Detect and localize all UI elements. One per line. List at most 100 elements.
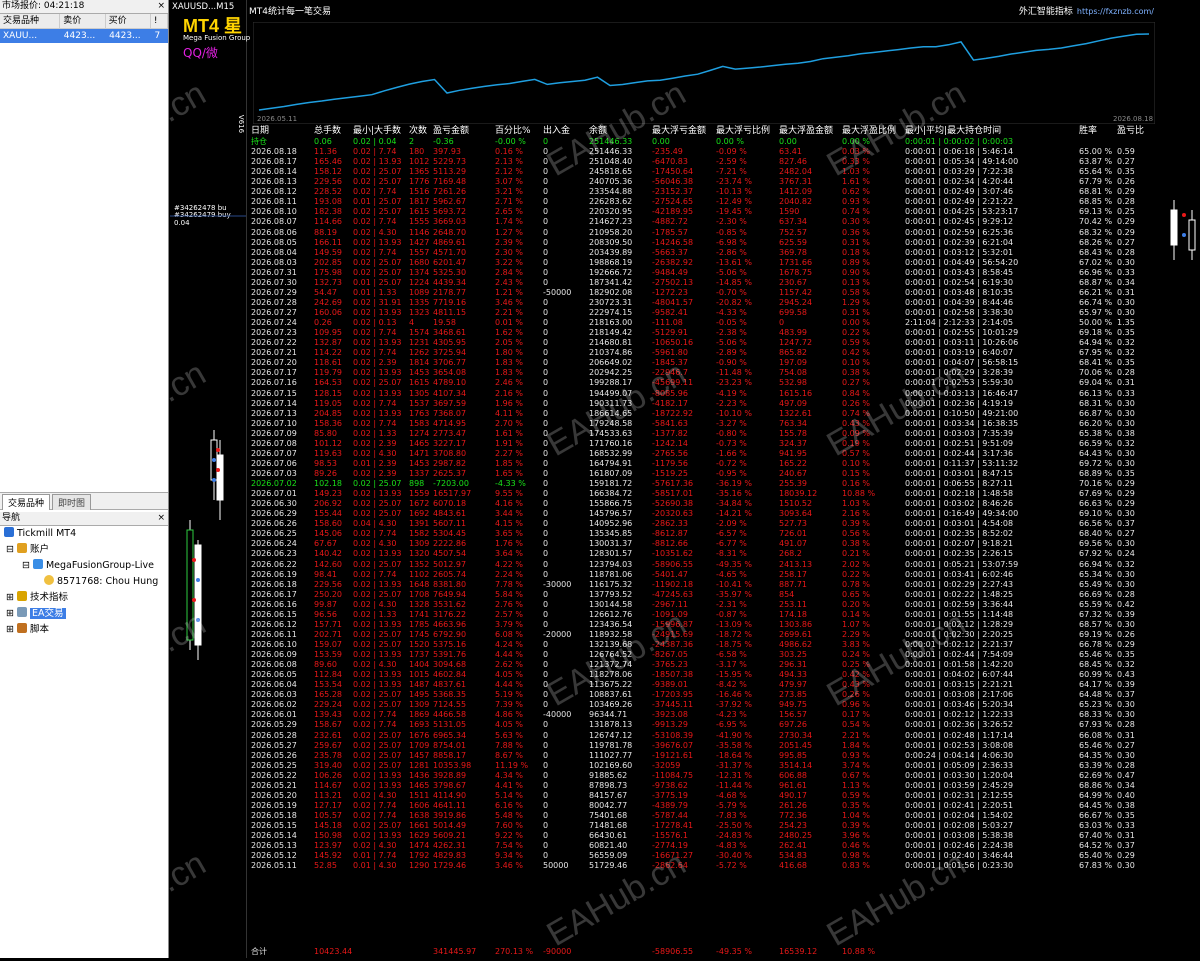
table-row[interactable]: 2026.06.09 153.59 0.02 | 13.93 1737 5391.76 4… — [247, 650, 1162, 660]
table-row[interactable]: 2026.07.03 89.26 0.02 | 2.39 1337 2625.37 1.6… — [247, 469, 1162, 479]
table-row[interactable]: 2026.05.15 145.18 0.02 | 25.07 1661 5014.49 7… — [247, 821, 1162, 831]
table-row[interactable]: 2026.05.22 106.26 0.02 | 13.93 1436 3928.89 4… — [247, 771, 1162, 781]
table-row[interactable]: 2026.05.18 105.57 0.02 | 7.74 1638 3919.86 5.… — [247, 811, 1162, 821]
table-row[interactable]: 2026.07.06 98.53 0.01 | 2.39 1453 2987.82 1.8… — [247, 459, 1162, 469]
tree-account-item[interactable]: 8571768: Chou Hung — [0, 574, 168, 590]
table-row[interactable]: 2026.06.29 155.44 0.02 | 25.07 1692 4843.61 3… — [247, 509, 1162, 519]
col-bid[interactable]: 卖价 — [60, 14, 106, 28]
table-row[interactable]: 2026.07.14 119.05 0.02 | 7.74 1537 3697.59 1.… — [247, 399, 1162, 409]
table-row[interactable]: 2026.06.15 96.56 0.02 | 1.33 1741 3176.22 2.5… — [247, 610, 1162, 620]
table-row[interactable]: 2026.06.19 98.41 0.02 | 7.74 1102 2605.74 2.2… — [247, 570, 1162, 580]
table-row[interactable]: 2026.05.21 114.67 0.02 | 13.93 1465 3798.67 4… — [247, 781, 1162, 791]
table-row[interactable]: 2026.08.14 158.12 0.02 | 25.07 1365 5113.29 2… — [247, 167, 1162, 177]
table-row[interactable]: 2026.06.04 153.54 0.02 | 13.93 1487 4837.61 4… — [247, 680, 1162, 690]
table-row[interactable]: 2026.07.22 132.87 0.02 | 13.93 1231 4305.95 2… — [247, 338, 1162, 348]
table-row[interactable]: 2026.07.28 242.69 0.02 | 31.91 1335 7719.16 3… — [247, 298, 1162, 308]
table-row[interactable]: 2026.07.21 114.22 0.02 | 7.74 1262 3725.94 1.… — [247, 348, 1162, 358]
table-row[interactable]: 2026.07.10 158.36 0.02 | 7.74 1583 4714.95 2.… — [247, 419, 1162, 429]
market-watch-row[interactable]: XAUU... 4423... 4423... 7 — [0, 29, 168, 43]
col-header[interactable]: 最小|平均|最大持仓时间 — [905, 126, 1001, 137]
close-icon[interactable]: × — [157, 512, 165, 525]
col-header[interactable]: 余额 — [589, 126, 607, 137]
tab-tick-chart[interactable]: 即时图 — [52, 494, 92, 510]
table-row[interactable]: 2026.05.26 235.78 0.02 | 25.07 1457 8858.17 8… — [247, 751, 1162, 761]
table-row[interactable]: 2026.08.13 229.56 0.02 | 25.07 1776 7169.48 3… — [247, 177, 1162, 187]
tab-symbols[interactable]: 交易品种 — [2, 494, 51, 510]
col-symbol[interactable]: 交易品种 — [0, 14, 61, 28]
table-row[interactable]: 2026.07.07 119.63 0.02 | 4.30 1471 3708.80 2.… — [247, 449, 1162, 459]
table-row[interactable]: 2026.06.26 158.60 0.04 | 4.30 1391 5607.11 4.… — [247, 519, 1162, 529]
table-row[interactable]: 2026.07.13 204.85 0.02 | 13.93 1763 7368.07 4… — [247, 409, 1162, 419]
col-header[interactable]: 最大浮盈比例 — [842, 126, 896, 137]
table-row[interactable]: 2026.05.14 150.98 0.02 | 13.93 1629 5609.21 9… — [247, 831, 1162, 841]
col-header[interactable]: 盈亏金额 — [433, 126, 469, 137]
table-row[interactable]: 2026.07.20 118.61 0.02 | 2.39 1814 3706.77 1.… — [247, 358, 1162, 368]
table-row[interactable]: 2026.07.15 128.15 0.02 | 13.93 1305 4107.34 2… — [247, 389, 1162, 399]
table-row[interactable]: 2026.06.01 139.43 0.02 | 7.74 1869 4466.58 4.… — [247, 710, 1162, 720]
table-row[interactable]: 2026.06.10 159.07 0.02 | 25.07 1520 5375.16 4… — [247, 640, 1162, 650]
table-row[interactable]: 2026.05.11 52.85 0.01 | 4.30 1290 1729.46 3.4… — [247, 861, 1162, 871]
table-row[interactable]: 2026.05.12 145.92 0.01 | 7.74 1792 4829.83 9.… — [247, 851, 1162, 861]
table-row[interactable]: 2026.07.01 149.23 0.02 | 13.93 1559 16517.97… — [247, 489, 1162, 499]
table-row[interactable]: 2026.06.24 67.67 0.02 | 4.30 1309 2222.86 1.7… — [247, 539, 1162, 549]
col-header[interactable]: 最大浮盈金额 — [779, 126, 833, 137]
table-row[interactable]: 2026.07.08 101.12 0.02 | 2.39 1465 3227.17 1.… — [247, 439, 1162, 449]
table-row[interactable]: 2026.05.19 127.17 0.02 | 7.74 1606 4641.11 6.… — [247, 801, 1162, 811]
col-header[interactable]: 盈亏比 — [1117, 126, 1144, 137]
table-row[interactable]: 2026.07.24 0.26 0.02 | 0.13 4 19.58 0.01 % 0 21… — [247, 318, 1162, 328]
table-row[interactable]: 2026.06.05 112.84 0.02 | 13.93 1015 4602.84 4… — [247, 670, 1162, 680]
table-row[interactable]: 2026.06.08 89.60 0.02 | 4.30 1404 3094.68 2.6… — [247, 660, 1162, 670]
table-row[interactable]: 2026.06.25 145.06 0.02 | 7.74 1582 5304.45 3.… — [247, 529, 1162, 539]
brand-link[interactable]: https://fxznzb.com/ — [1077, 7, 1154, 16]
col-ask[interactable]: 买价 — [106, 14, 151, 28]
table-row[interactable]: 2026.07.27 160.06 0.02 | 13.93 1323 4811.15 2… — [247, 308, 1162, 318]
table-row[interactable]: 2026.07.30 132.73 0.01 | 25.07 1224 4439.34 2… — [247, 278, 1162, 288]
table-row[interactable]: 2026.07.29 54.47 0.01 | 1.33 1089 2178.77 1.2… — [247, 288, 1162, 298]
tree-server[interactable]: ⊟ MegaFusionGroup-Live — [0, 558, 168, 574]
table-row[interactable]: 2026.08.06 88.19 0.02 | 4.30 1146 2648.70 1.2… — [247, 228, 1162, 238]
close-icon[interactable]: × — [157, 0, 165, 13]
table-row[interactable]: 2026.07.31 175.98 0.02 | 25.07 1374 5325.30 2… — [247, 268, 1162, 278]
tree-accounts[interactable]: ⊟ 账户 — [0, 542, 168, 558]
table-row[interactable]: 2026.06.17 250.20 0.02 | 25.07 1708 7649.94 5… — [247, 590, 1162, 600]
table-row[interactable]: 2026.06.03 165.28 0.02 | 25.07 1495 5368.35 5… — [247, 690, 1162, 700]
table-row[interactable]: 2026.08.12 228.52 0.02 | 7.74 1516 7261.26 3.… — [247, 187, 1162, 197]
table-row[interactable]: 2026.05.20 113.21 0.02 | 4.30 1511 4114.90 5.… — [247, 791, 1162, 801]
table-row[interactable]: 2026.08.18 11.36 0.02 | 7.74 180 397.93 0.16 … — [247, 147, 1162, 157]
col-header[interactable]: 最大浮亏比例 — [716, 126, 770, 137]
table-row[interactable]: 2026.05.13 123.97 0.02 | 4.30 1474 4262.31 7.… — [247, 841, 1162, 851]
tree-scripts[interactable]: ⊞ 脚本 — [0, 622, 168, 638]
table-row[interactable]: 2026.08.07 114.66 0.02 | 7.74 1555 3669.03 1.… — [247, 217, 1162, 227]
tree-indicators[interactable]: ⊞ 技术指标 — [0, 590, 168, 606]
table-row[interactable]: 2026.06.11 202.71 0.02 | 25.07 1745 6792.90 6… — [247, 630, 1162, 640]
table-row[interactable]: 2026.07.17 119.79 0.02 | 13.93 1453 3654.08 1… — [247, 368, 1162, 378]
table-row[interactable]: 2026.06.23 140.42 0.02 | 13.93 1320 4507.54 3… — [247, 549, 1162, 559]
table-row[interactable]: 2026.07.09 85.80 0.02 | 1.33 1274 2773.47 1.6… — [247, 429, 1162, 439]
table-row[interactable]: 2026.05.27 259.67 0.02 | 25.07 1709 8754.01 7… — [247, 741, 1162, 751]
col-header[interactable]: 最小|大手数 — [353, 126, 401, 137]
col-header[interactable]: 胜率 — [1079, 126, 1097, 137]
table-row[interactable]: 2026.08.11 193.08 0.01 | 25.07 1817 5962.67 2… — [247, 197, 1162, 207]
table-row[interactable]: 2026.06.30 206.92 0.02 | 25.07 1672 6070.18 4… — [247, 499, 1162, 509]
col-header[interactable]: 日期 — [251, 126, 269, 137]
table-row[interactable]: 2026.05.28 232.61 0.02 | 25.07 1676 6965.34 5… — [247, 731, 1162, 741]
table-row[interactable]: 2026.08.03 202.85 0.02 | 25.07 1680 6201.47 3… — [247, 258, 1162, 268]
tree-expert-advisors[interactable]: ⊞ EA交易 — [0, 606, 168, 622]
col-header[interactable]: 出入金 — [543, 126, 570, 137]
table-row[interactable]: 2026.06.18 229.56 0.02 | 13.93 1648 8381.80 7… — [247, 580, 1162, 590]
table-row[interactable]: 2026.08.10 182.38 0.02 | 25.07 1615 5693.72 2… — [247, 207, 1162, 217]
chart-window[interactable]: XAUUSD...M15 #34262478 bu #34262479 buy … — [170, 0, 246, 958]
table-row[interactable]: 2026.05.25 319.40 0.02 | 25.07 1281 10353.98… — [247, 761, 1162, 771]
col-alert[interactable]: ! — [151, 14, 168, 28]
table-row[interactable]: 2026.08.17 165.46 0.02 | 13.93 1012 5229.73 2… — [247, 157, 1162, 167]
table-row[interactable]: 2026.06.22 142.60 0.02 | 25.07 1352 5012.97 4… — [247, 560, 1162, 570]
table-row[interactable]: 2026.08.04 149.59 0.02 | 7.74 1557 4571.70 2.… — [247, 248, 1162, 258]
col-header[interactable]: 最大浮亏金额 — [652, 126, 706, 137]
tree-root[interactable]: Tickmill MT4 — [0, 526, 168, 542]
holdings-row[interactable]: 持仓 0.06 0.02 | 0.04 2 -0.36 -0.00 % 0 251446.33… — [247, 137, 1162, 147]
col-header[interactable]: 百分比% — [495, 126, 531, 137]
table-row[interactable]: 2026.07.16 164.53 0.02 | 25.07 1615 4789.10 2… — [247, 378, 1162, 388]
table-row[interactable]: 2026.06.12 157.71 0.02 | 13.93 1785 4663.96 3… — [247, 620, 1162, 630]
table-row[interactable]: 2026.06.02 229.24 0.02 | 25.07 1309 7124.55 7… — [247, 700, 1162, 710]
table-row[interactable]: 2026.07.02 102.18 0.02 | 25.07 898 -7203.00 -… — [247, 479, 1162, 489]
